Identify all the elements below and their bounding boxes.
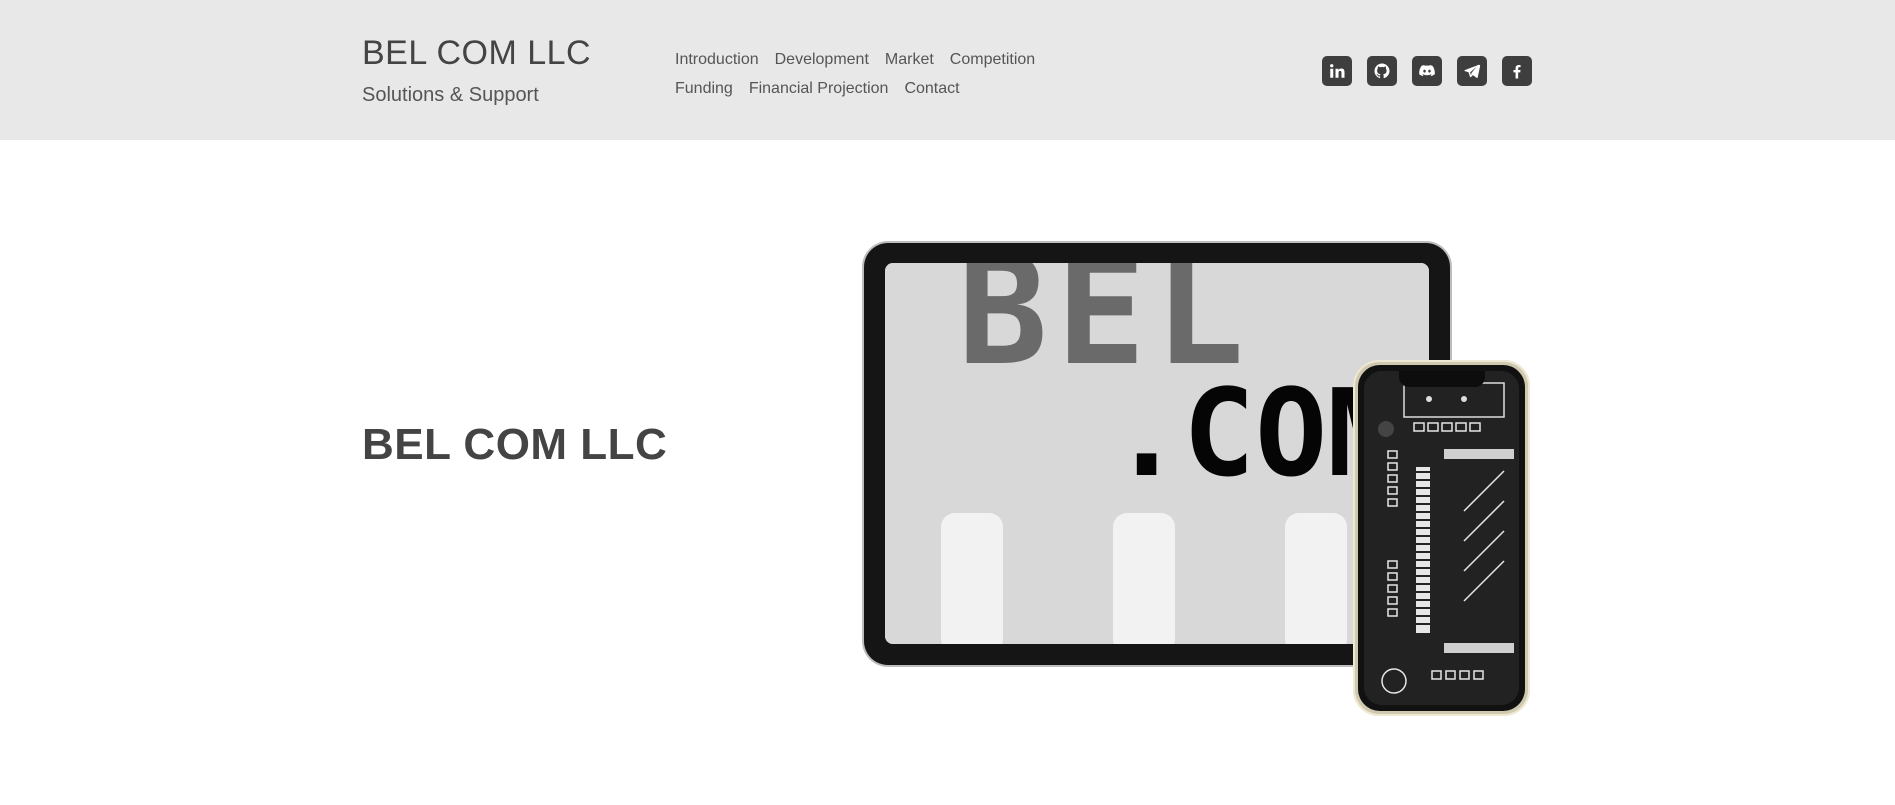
nav-link-contact[interactable]: Contact — [904, 80, 959, 98]
phone-mockup — [1353, 360, 1530, 716]
phone-notch — [1398, 371, 1485, 387]
site-title[interactable]: BEL COM LLC — [362, 34, 591, 73]
tablet-logo-graphic: BEL .COM — [885, 263, 1429, 644]
circuit-board-graphic — [1364, 371, 1519, 705]
nav-link-funding[interactable]: Funding — [675, 80, 733, 98]
main-nav: Introduction Development Market Competit… — [675, 45, 1115, 103]
social-links — [1322, 56, 1532, 86]
site-subtitle: Solutions & Support — [362, 84, 539, 106]
facebook-icon[interactable] — [1502, 56, 1532, 86]
nav-link-competition[interactable]: Competition — [950, 51, 1035, 69]
nav-link-market[interactable]: Market — [885, 51, 934, 69]
nav-row-2: Funding Financial Projection Contact — [675, 74, 1115, 103]
site-header: BEL COM LLC Solutions & Support Introduc… — [0, 0, 1895, 140]
discord-icon[interactable] — [1412, 56, 1442, 86]
telegram-icon[interactable] — [1457, 56, 1487, 86]
nav-row-1: Introduction Development Market Competit… — [675, 45, 1115, 74]
nav-link-introduction[interactable]: Introduction — [675, 51, 759, 69]
hero-title: BEL COM LLC — [362, 420, 668, 469]
phone-bezel — [1358, 365, 1525, 711]
phone-screen — [1364, 371, 1519, 705]
linkedin-icon[interactable] — [1322, 56, 1352, 86]
nav-link-development[interactable]: Development — [775, 51, 869, 69]
nav-link-financial-projection[interactable]: Financial Projection — [749, 80, 889, 98]
tablet-screen: BEL .COM — [885, 263, 1429, 644]
github-icon[interactable] — [1367, 56, 1397, 86]
